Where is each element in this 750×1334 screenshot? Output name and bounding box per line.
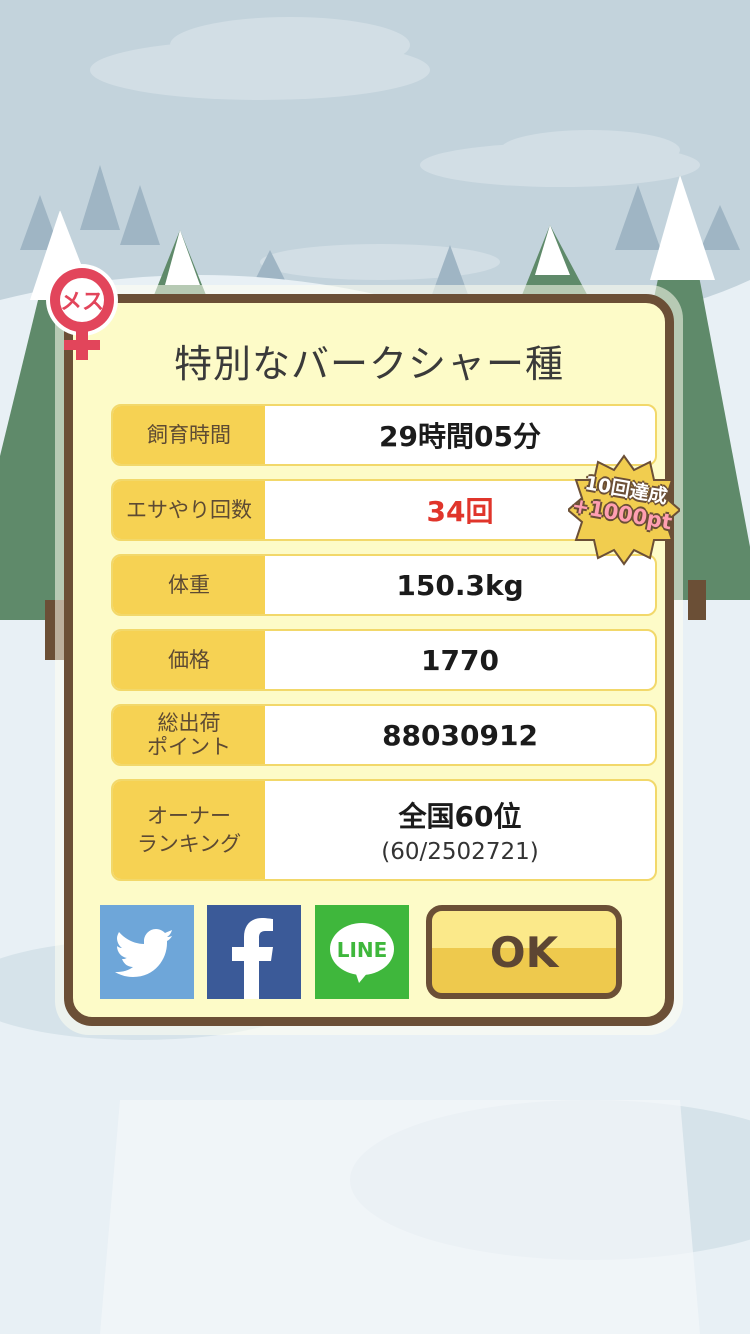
line-icon: LINE: [330, 923, 394, 983]
row-owner-ranking: オーナー ランキング 全国60位 (60/2502721): [111, 779, 657, 881]
svg-text:メス: メス: [60, 290, 104, 315]
line-share-button[interactable]: LINE: [315, 905, 409, 999]
row-label: 飼育時間: [113, 406, 265, 464]
svg-text:LINE: LINE: [337, 938, 388, 962]
twitter-share-button[interactable]: [100, 905, 194, 999]
row-value: 88030912: [382, 718, 538, 752]
facebook-f-icon: [232, 918, 273, 999]
row-value: 1770: [421, 643, 499, 677]
facebook-share-button[interactable]: [207, 905, 301, 999]
row-price: 価格 1770: [111, 629, 657, 691]
row-label: 総出荷 ポイント: [113, 706, 265, 764]
row-total-shipping-points: 総出荷 ポイント 88030912: [111, 704, 657, 766]
row-label: オーナー ランキング: [113, 781, 265, 879]
ranking-value: 全国60位: [398, 800, 522, 833]
row-label: 体重: [113, 556, 265, 614]
row-label: エサやり回数: [113, 481, 265, 539]
row-value: 全国60位 (60/2502721): [265, 781, 655, 879]
dialog-title: 特別なバークシャー種: [173, 342, 564, 386]
ok-button[interactable]: OK: [426, 905, 622, 999]
ranking-detail: (60/2502721): [381, 839, 539, 865]
female-symbol-icon: メス: [46, 264, 118, 360]
twitter-bird-icon: [115, 929, 174, 977]
row-label: 価格: [113, 631, 265, 689]
